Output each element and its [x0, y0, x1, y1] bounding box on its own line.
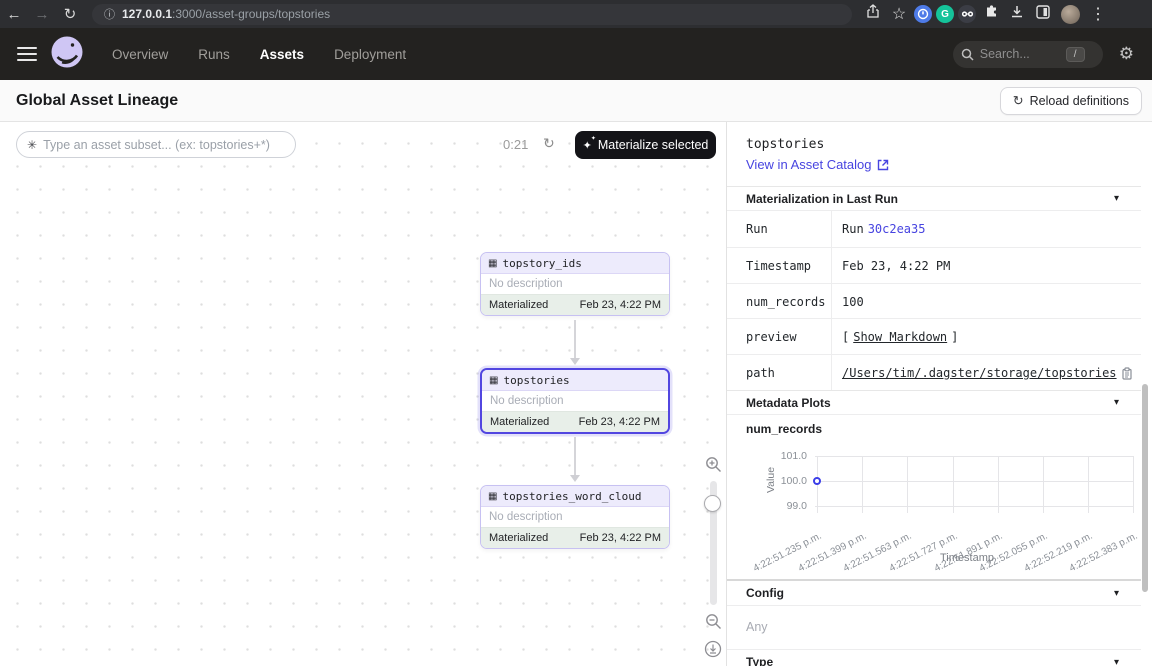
settings-gear-icon[interactable]: ⚙	[1119, 44, 1134, 64]
asset-status: Materialized	[489, 532, 548, 544]
global-search[interactable]: /	[953, 41, 1103, 68]
sparkle-icon: ✦✦	[583, 139, 592, 152]
lineage-edge	[574, 320, 576, 358]
asset-node-topstory-ids[interactable]: ▦ topstory_ids No description Materializ…	[480, 252, 670, 316]
extension-grammarly-icon[interactable]: G	[936, 5, 954, 23]
back-icon[interactable]: ←	[0, 6, 28, 23]
asset-subset-input[interactable]	[43, 138, 281, 152]
panel-scrollbar-thumb[interactable]	[1142, 384, 1148, 592]
asset-node-topstories[interactable]: ▦ topstories No description Materialized…	[480, 368, 670, 434]
nav-item-assets[interactable]: Assets	[260, 47, 304, 62]
table-icon: ▦	[489, 375, 498, 386]
asset-timestamp: Feb 23, 4:22 PM	[579, 416, 660, 428]
chevron-down-icon[interactable]: ▾	[1114, 397, 1119, 408]
config-value: Any	[746, 620, 768, 634]
url-text: 127.0.0.1:3000/asset-groups/topstories	[122, 7, 330, 21]
path-link[interactable]: /Users/tim/.dagster/storage/topstories	[842, 366, 1117, 380]
extension-goggles-icon[interactable]	[958, 5, 976, 23]
nav-item-deployment[interactable]: Deployment	[334, 47, 406, 62]
asset-details-panel: topstories View in Asset Catalog Materia…	[726, 122, 1152, 666]
asset-description: No description	[482, 391, 668, 411]
downloads-icon[interactable]	[1006, 5, 1028, 24]
extensions-puzzle-icon[interactable]	[980, 4, 1002, 24]
nav-item-runs[interactable]: Runs	[198, 47, 230, 62]
screen: ← → ↻ ⓘ 127.0.0.1:3000/asset-groups/tops…	[0, 0, 1152, 666]
y-axis-label: Value	[765, 450, 777, 510]
address-bar[interactable]: ⓘ 127.0.0.1:3000/asset-groups/topstories	[92, 4, 852, 25]
profile-avatar[interactable]	[1061, 5, 1080, 24]
x-axis-label: Timestamp	[897, 552, 1037, 564]
panel-asset-name: topstories	[746, 137, 824, 152]
zoom-in-icon[interactable]	[705, 456, 722, 473]
nav-item-overview[interactable]: Overview	[112, 47, 168, 62]
page-header: Global Asset Lineage ↻ Reload definition…	[0, 80, 1152, 122]
chart-title: num_records	[746, 422, 822, 436]
zoom-slider[interactable]	[710, 481, 717, 605]
table-icon: ▦	[488, 491, 497, 502]
view-in-asset-catalog-link[interactable]: View in Asset Catalog	[746, 157, 889, 172]
asset-name: topstories	[503, 374, 569, 387]
sidebar-icon[interactable]	[1032, 5, 1054, 24]
external-link-icon	[877, 159, 889, 171]
share-icon[interactable]	[862, 4, 884, 24]
lineage-edge-arrowhead	[570, 358, 580, 365]
section-metadata-plots[interactable]: Metadata Plots ▾	[727, 390, 1141, 415]
asset-subset-filter[interactable]: ✳	[16, 131, 296, 158]
asset-graph-filter-icon: ✳	[27, 138, 37, 152]
asset-description: No description	[481, 507, 669, 527]
menu-dots-icon[interactable]: ⋮	[1087, 4, 1109, 24]
app-nav-bar: Overview Runs Assets Deployment / ⚙	[0, 28, 1152, 80]
asset-status: Materialized	[489, 299, 548, 311]
site-info-icon[interactable]: ⓘ	[104, 6, 115, 22]
section-config[interactable]: Config ▾	[727, 581, 1141, 606]
reload-icon: ↻	[1013, 93, 1024, 109]
copy-icon[interactable]	[1121, 367, 1133, 380]
meta-row-timestamp: Timestamp Feb 23, 4:22 PM	[727, 247, 1141, 283]
refresh-timer: 0:21	[503, 137, 528, 152]
zoom-controls	[700, 456, 726, 658]
materialize-selected-button[interactable]: ✦✦ Materialize selected	[575, 131, 716, 159]
dagster-logo[interactable]	[50, 35, 84, 74]
zoom-out-icon[interactable]	[705, 613, 722, 630]
table-icon: ▦	[488, 258, 497, 269]
asset-node-topstories-word-cloud[interactable]: ▦ topstories_word_cloud No description M…	[480, 485, 670, 549]
bookmark-star-icon[interactable]: ☆	[888, 4, 910, 24]
asset-name: topstory_ids	[502, 257, 581, 270]
chevron-down-icon[interactable]: ▾	[1114, 588, 1119, 599]
chart-data-point	[813, 477, 821, 485]
search-shortcut-badge: /	[1066, 47, 1085, 62]
meta-row-num-records: num_records 100	[727, 283, 1141, 319]
zoom-slider-handle[interactable]	[704, 495, 721, 512]
page-title: Global Asset Lineage	[16, 92, 178, 110]
section-type[interactable]: Type ▾	[727, 649, 1141, 666]
asset-name: topstories_word_cloud	[502, 490, 641, 503]
forward-icon[interactable]: →	[28, 6, 56, 23]
meta-row-path: path /Users/tim/.dagster/storage/topstor…	[727, 354, 1141, 390]
run-id-link[interactable]: 30c2ea35	[868, 222, 926, 236]
chevron-down-icon[interactable]: ▾	[1114, 657, 1119, 666]
lineage-edge-arrowhead	[570, 475, 580, 482]
asset-timestamp: Feb 23, 4:22 PM	[580, 532, 661, 544]
browser-toolbar: ← → ↻ ⓘ 127.0.0.1:3000/asset-groups/tops…	[0, 0, 1152, 28]
search-icon	[961, 48, 974, 61]
zoom-to-fit-icon[interactable]	[704, 640, 722, 658]
meta-row-run: Run Run 30c2ea35	[727, 211, 1141, 247]
chevron-down-icon[interactable]: ▾	[1114, 193, 1119, 204]
show-markdown-link[interactable]: Show Markdown	[853, 330, 947, 344]
hamburger-menu-icon[interactable]	[17, 43, 37, 65]
refresh-icon[interactable]: ↻	[543, 135, 555, 152]
meta-row-preview: preview [Show Markdown]	[727, 318, 1141, 354]
asset-status: Materialized	[490, 416, 549, 428]
extension-1password-icon[interactable]	[914, 5, 932, 23]
search-input[interactable]	[980, 47, 1066, 61]
asset-description: No description	[481, 274, 669, 294]
section-materialization-last-run[interactable]: Materialization in Last Run ▾	[727, 186, 1141, 211]
lineage-canvas[interactable]: ✳ 0:21 ↻ ✦✦ Materialize selected ▦ topst…	[0, 122, 726, 666]
lineage-edge	[574, 437, 576, 475]
asset-timestamp: Feb 23, 4:22 PM	[580, 299, 661, 311]
reload-definitions-button[interactable]: ↻ Reload definitions	[1000, 87, 1142, 115]
reload-icon[interactable]: ↻	[56, 5, 84, 23]
